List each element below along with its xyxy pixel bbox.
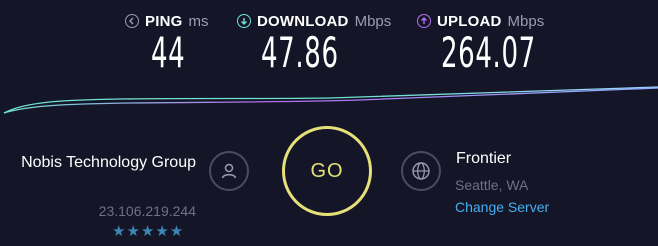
- ping-value: 44: [151, 28, 186, 77]
- download-arrow-glyph: [241, 18, 247, 25]
- upload-value: 264.07: [441, 28, 536, 77]
- go-button[interactable]: GO: [282, 126, 372, 216]
- ping-unit: ms: [188, 12, 209, 30]
- server-location: Seattle, WA: [455, 177, 529, 193]
- download-label: DOWNLOAD: [257, 12, 349, 30]
- upload-unit: Mbps: [507, 12, 545, 30]
- change-server-link[interactable]: Change Server: [455, 199, 549, 215]
- speed-graph: [3, 86, 658, 114]
- ping-label: PING: [145, 12, 183, 30]
- download-unit: Mbps: [354, 12, 392, 30]
- provider-rating-stars[interactable]: ★★★★★: [112, 222, 184, 240]
- ping-metric: PING ms 44: [125, 10, 209, 74]
- ping-icon: [125, 14, 139, 28]
- upload-arrow-glyph: [421, 17, 427, 24]
- upload-arrow-icon: [417, 14, 431, 28]
- upload-graph-line: [3, 87, 658, 114]
- user-button[interactable]: [209, 151, 249, 191]
- server-name: Frontier: [456, 150, 512, 167]
- provider-ip: 23.106.219.244: [98, 203, 196, 219]
- user-icon: [221, 163, 237, 179]
- download-metric: DOWNLOAD Mbps 47.86: [237, 10, 392, 74]
- go-button-label: GO: [310, 159, 344, 182]
- download-graph-line: [3, 86, 658, 114]
- provider-name: Nobis Technology Group: [21, 154, 196, 171]
- globe-icon: [412, 162, 430, 180]
- server-button[interactable]: [401, 151, 441, 191]
- download-arrow-icon: [237, 14, 251, 28]
- upload-label: UPLOAD: [437, 12, 502, 30]
- download-value: 47.86: [261, 28, 339, 77]
- ping-icon-glyph: [129, 17, 134, 25]
- upload-metric: UPLOAD Mbps 264.07: [417, 10, 545, 74]
